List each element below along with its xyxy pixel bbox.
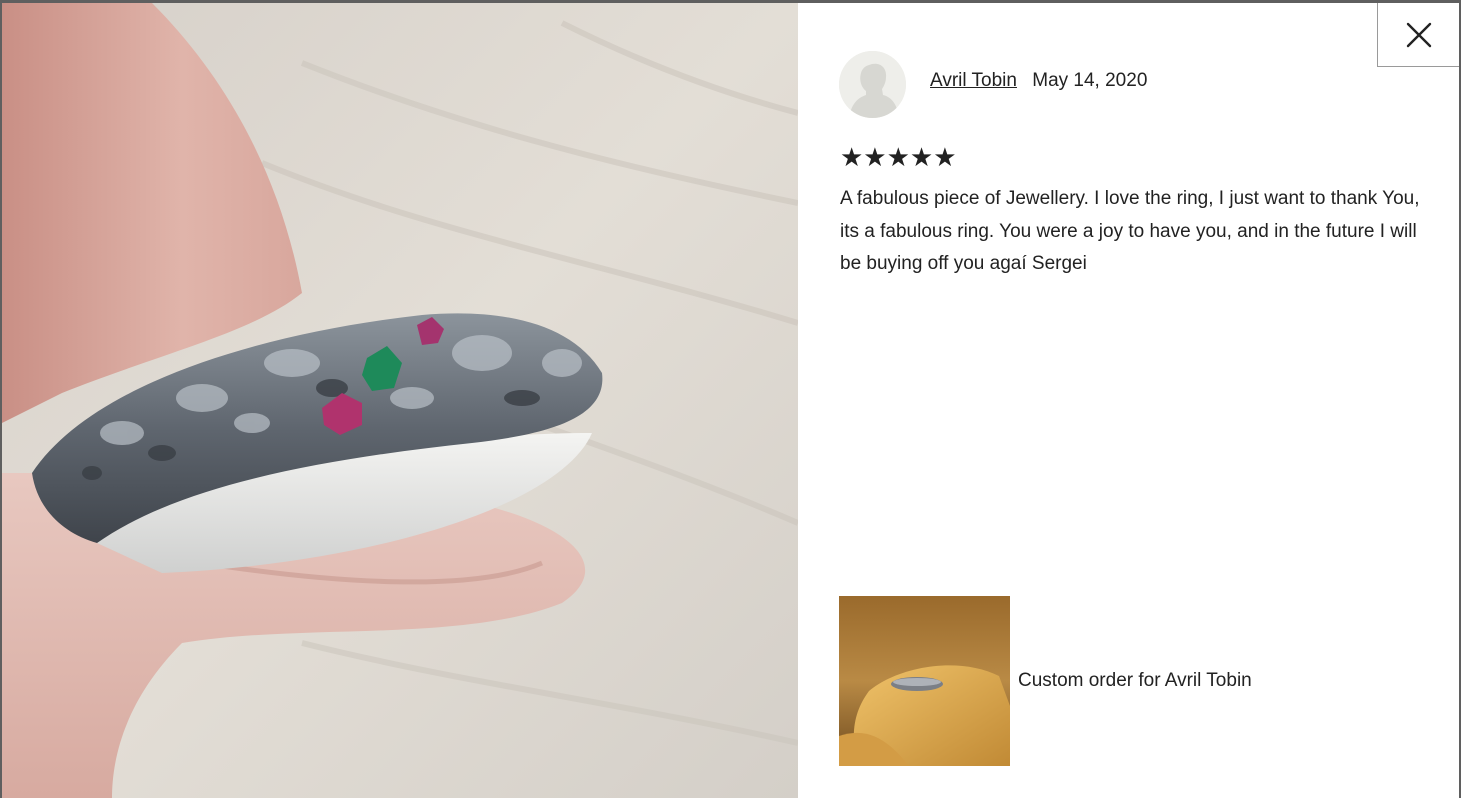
- reviewer-name-link[interactable]: Avril Tobin: [930, 70, 1017, 91]
- reviewer-info: Avril Tobin May 14, 2020: [930, 70, 1147, 92]
- review-modal: Avril Tobin May 14, 2020 ★★★★★ A fabulou…: [0, 0, 1461, 798]
- order-item-title[interactable]: Custom order for Avril Tobin: [1018, 670, 1252, 692]
- avatar-silhouette-icon: [839, 51, 906, 118]
- close-icon: [1406, 22, 1432, 48]
- review-text: A fabulous piece of Jewellery. I love th…: [840, 188, 1420, 274]
- ring-photo-image: [2, 3, 798, 798]
- review-details-panel: Avril Tobin May 14, 2020 ★★★★★ A fabulou…: [798, 3, 1459, 798]
- order-item-thumbnail[interactable]: [839, 596, 1010, 766]
- reviewer-avatar[interactable]: [839, 51, 906, 118]
- review-date: May 14, 2020: [1032, 70, 1148, 91]
- order-item-image: [839, 596, 1010, 766]
- star-rating: ★★★★★: [840, 142, 957, 172]
- close-button[interactable]: [1377, 3, 1459, 67]
- review-photo[interactable]: [2, 3, 798, 798]
